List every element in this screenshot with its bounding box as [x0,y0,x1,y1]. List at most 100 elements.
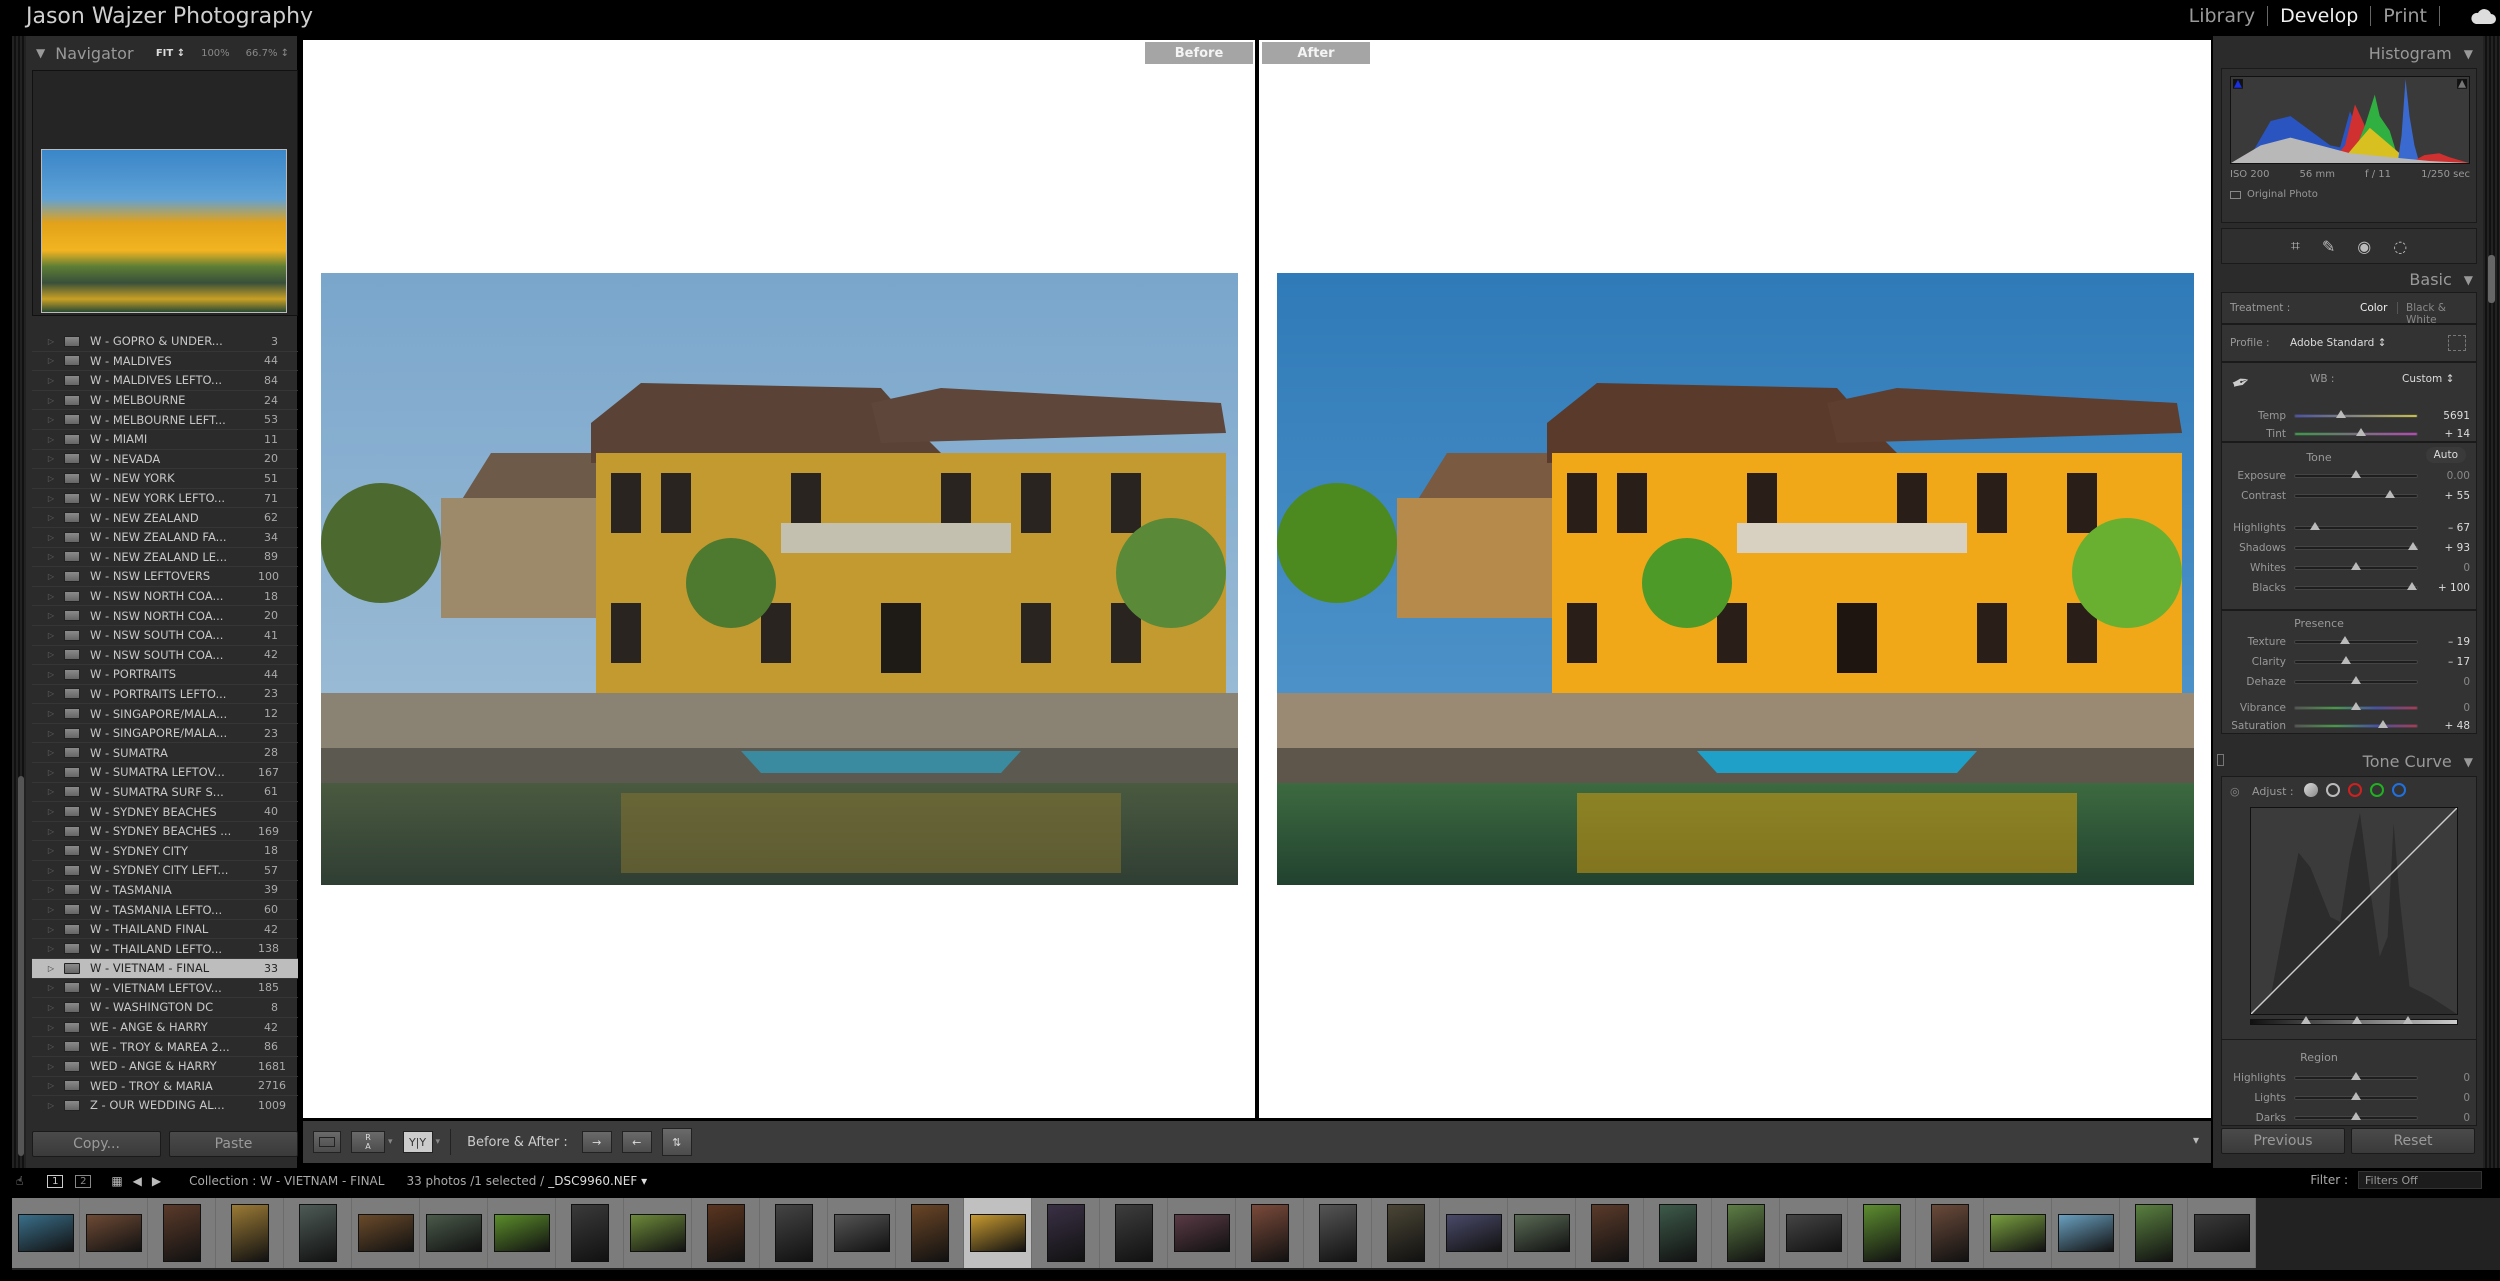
slider-value[interactable]: 0 [2418,1072,2470,1084]
profile-browser-icon[interactable] [2448,335,2466,351]
slider-value[interactable]: 5691 [2418,410,2470,422]
point-curve-red-icon[interactable] [2348,783,2362,797]
slider-value[interactable]: + 55 [2418,490,2471,502]
slider-track[interactable] [2294,676,2418,684]
expand-arrow-icon[interactable]: ▷ [32,415,60,424]
slider-thumb[interactable] [2351,1072,2361,1080]
expand-arrow-icon[interactable]: ▷ [32,1042,60,1051]
tone-curve-header[interactable]: Tone Curve ▼ [2363,752,2473,771]
expand-arrow-icon[interactable]: ▷ [32,866,60,875]
expand-arrow-icon[interactable]: ▷ [32,944,60,953]
second-screen-button[interactable]: 2 [75,1174,92,1188]
collection-row[interactable]: ▷ W - NSW SOUTH COA... 41 [32,626,298,646]
zoom-fit[interactable]: FIT ↕ [156,48,185,59]
collection-row[interactable]: ▷ W - NSW NORTH COA... 18 [32,587,298,607]
collection-row[interactable]: ▷ W - NSW NORTH COA... 20 [32,606,298,626]
slider-track[interactable] [2294,428,2418,436]
split-point-shadows[interactable] [2301,1016,2311,1024]
expand-arrow-icon[interactable]: ▷ [32,474,60,483]
expand-arrow-icon[interactable]: ▷ [32,729,60,738]
collection-row[interactable]: ▷ Z - OUR WEDDING AL... 1009 [32,1096,298,1114]
filmstrip-thumbnail[interactable] [828,1198,896,1268]
slider-track[interactable] [2294,410,2418,418]
slider-track[interactable] [2294,490,2418,498]
slider-value[interactable]: – 67 [2418,522,2470,534]
expand-arrow-icon[interactable]: ▷ [32,905,60,914]
expand-arrow-icon[interactable]: ▷ [32,650,60,659]
slider-track[interactable] [2294,1072,2418,1080]
collection-row[interactable]: ▷ W - NEW ZEALAND 62 [32,508,298,528]
slider-thumb[interactable] [2340,636,2351,644]
slider-track[interactable] [2294,1112,2418,1120]
expand-arrow-icon[interactable]: ▷ [32,846,60,855]
filmstrip-thumbnail[interactable] [760,1198,828,1268]
crop-icon[interactable]: ⌗ [2291,236,2300,256]
collapse-triangle-icon[interactable]: ▼ [2464,755,2473,769]
tone-curve-graph[interactable] [2250,807,2458,1015]
collection-row[interactable]: ▷ W - MALDIVES 44 [32,352,298,372]
slider-thumb[interactable] [2407,542,2418,550]
filmstrip-thumbnail[interactable] [2188,1198,2256,1268]
expand-arrow-icon[interactable]: ▷ [32,435,60,444]
collection-row[interactable]: ▷ W - THAILAND LEFTO... 138 [32,939,298,959]
expand-arrow-icon[interactable]: ▷ [32,1023,60,1032]
module-develop[interactable]: Develop [2268,5,2370,27]
original-photo-toggle[interactable]: Original Photo [2230,189,2318,200]
expand-arrow-icon[interactable]: ▷ [32,1081,60,1090]
expand-arrow-icon[interactable]: ▷ [32,494,60,503]
slider-thumb[interactable] [2407,582,2418,590]
copy-before-to-after-icon[interactable]: → [581,1131,612,1153]
module-print[interactable]: Print [2371,5,2439,27]
filmstrip-thumbnail[interactable] [1712,1198,1780,1268]
chevron-down-icon[interactable]: ▾ [388,1137,393,1147]
collection-row[interactable]: ▷ W - TASMANIA LEFTO... 60 [32,900,298,920]
collection-row[interactable]: ▷ W - PORTRAITS 44 [32,665,298,685]
slider-track[interactable] [2294,656,2418,664]
filmstrip-thumbnail[interactable] [896,1198,964,1268]
expand-arrow-icon[interactable]: ▷ [32,356,60,365]
slider-value[interactable]: – 17 [2418,656,2470,668]
slider-track[interactable] [2294,720,2418,728]
expand-arrow-icon[interactable]: ▷ [32,337,60,346]
collection-row[interactable]: ▷ W - PORTRAITS LEFTO... 23 [32,685,298,705]
slider-thumb[interactable] [2351,702,2361,710]
collapse-triangle-icon[interactable]: ▼ [2464,273,2473,287]
profile-select[interactable]: Adobe Standard ↕ [2290,337,2386,349]
filename-menu[interactable]: _DSC9960.NEF ▾ [548,1174,647,1188]
collection-row[interactable]: ▷ W - WASHINGTON DC 8 [32,998,298,1018]
filmstrip-thumbnail[interactable] [1100,1198,1168,1268]
treatment-color[interactable]: Color [2360,302,2387,314]
toolbar-content-dropdown-icon[interactable]: ▾ [2193,1133,2199,1147]
expand-arrow-icon[interactable]: ▷ [32,1101,60,1110]
collection-row[interactable]: ▷ W - MELBOURNE LEFT... 53 [32,410,298,430]
tone-curve-toggle[interactable] [2217,754,2224,766]
point-curve-blue-icon[interactable] [2392,783,2406,797]
collection-row[interactable]: ▷ W - NSW SOUTH COA... 42 [32,646,298,666]
filmstrip-thumbnail[interactable] [1984,1198,2052,1268]
parametric-curve-icon[interactable] [2304,783,2318,797]
collection-row[interactable]: ▷ W - NEVADA 20 [32,450,298,470]
histogram-header[interactable]: Histogram ▼ [2369,44,2473,63]
expand-arrow-icon[interactable]: ▷ [32,611,60,620]
collection-row[interactable]: ▷ W - VIETNAM LEFTOV... 185 [32,979,298,999]
expand-arrow-icon[interactable]: ▷ [32,552,60,561]
filmstrip-thumbnail[interactable] [148,1198,216,1268]
filmstrip-thumbnail[interactable] [216,1198,284,1268]
slider-track[interactable] [2294,522,2418,530]
paste-button[interactable]: Paste [169,1131,298,1157]
expand-arrow-icon[interactable]: ▷ [32,670,60,679]
filmstrip-thumbnail[interactable] [1916,1198,1984,1268]
expand-arrow-icon[interactable]: ▷ [32,709,60,718]
collection-row[interactable]: ▷ W - SINGAPORE/MALA... 12 [32,704,298,724]
collection-row[interactable]: ▷ W - TASMANIA 39 [32,881,298,901]
filmstrip-thumbnail[interactable] [1032,1198,1100,1268]
collection-row[interactable]: ▷ W - NSW LEFTOVERS 100 [32,567,298,587]
split-point-highlights[interactable] [2403,1016,2413,1024]
slider-track[interactable] [2294,470,2418,478]
collection-row[interactable]: ▷ W - SUMATRA SURF S... 61 [32,783,298,803]
slider-value[interactable]: + 93 [2418,542,2471,554]
collection-row[interactable]: ▷ W - SUMATRA LEFTOV... 167 [32,763,298,783]
split-point-midtones[interactable] [2352,1016,2362,1024]
collection-row[interactable]: ▷ W - MELBOURNE 24 [32,391,298,411]
filmstrip-thumbnail[interactable] [1780,1198,1848,1268]
